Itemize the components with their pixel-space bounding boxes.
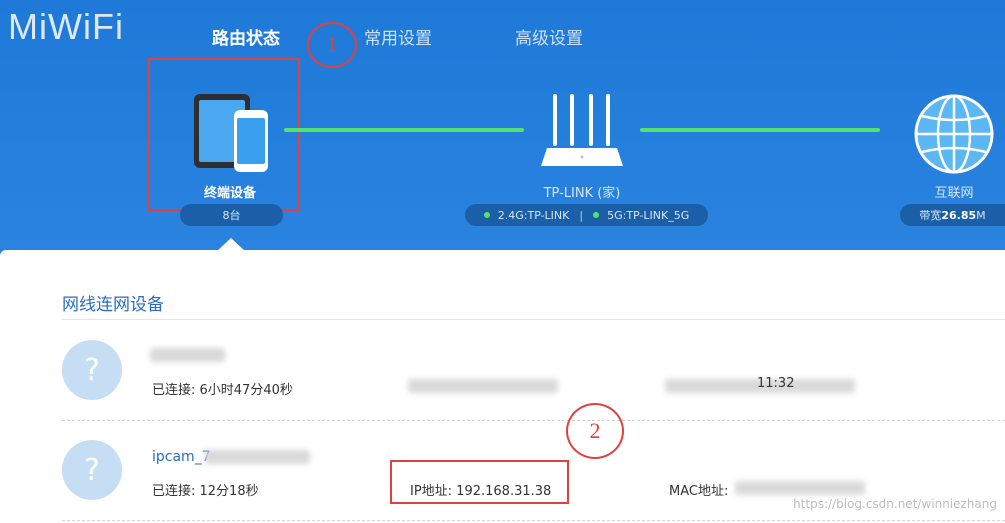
tab-advanced-settings[interactable]: 高级设置 — [515, 24, 583, 49]
bandwidth-prefix: 带宽 — [919, 209, 942, 222]
internet-label: 互联网 — [934, 186, 974, 201]
device-name-redacted — [205, 450, 310, 464]
mac-partial: 11:32 — [757, 376, 795, 391]
tab-router-status[interactable]: 路由状态 — [212, 24, 280, 49]
device-avatar-icon: ? — [62, 340, 122, 400]
router-label: TP-LINK (家) — [543, 186, 621, 201]
globe-icon[interactable] — [912, 92, 996, 176]
band-24-label: 2.4G:TP-LINK — [497, 208, 570, 222]
band-24-status-icon — [483, 212, 490, 218]
mac-redacted — [735, 481, 865, 495]
device-avatar-icon: ? — [62, 440, 122, 500]
bandwidth-value: 26.85 — [941, 208, 977, 222]
mac-address-label: MAC地址: — [669, 484, 729, 499]
annotation-1-box — [148, 58, 300, 211]
router-bands-badge: 2.4G:TP-LINK | 5G:TP-LINK_5G — [465, 204, 708, 226]
band-5-status-icon — [593, 212, 600, 218]
band-separator: | — [579, 208, 584, 222]
bandwidth-badge: 带宽 26.85 M — [900, 204, 1005, 226]
wired-devices-panel: 网线连网设备 ? 已连接: 6小时47分40秒 11:32 ? ipcam_7 … — [0, 250, 1005, 523]
devices-count-badge: 8台 — [180, 204, 283, 226]
ip-redacted — [408, 379, 558, 393]
device-name-link[interactable]: ipcam_7 — [152, 449, 211, 465]
annotation-2-box — [390, 460, 569, 504]
bandwidth-unit: M — [976, 208, 986, 222]
watermark: https://blog.csdn.net/winniezhang — [793, 497, 997, 511]
annotation-1: 1 — [307, 22, 357, 68]
connected-duration: 已连接: 6小时47分40秒 — [152, 383, 293, 398]
device-name-redacted — [150, 348, 225, 362]
connected-duration: 已连接: 12分18秒 — [152, 484, 259, 499]
row-divider — [62, 520, 1005, 521]
router-icon[interactable] — [537, 92, 627, 172]
annotation-2: 2 — [566, 403, 624, 459]
tab-common-settings[interactable]: 常用设置 — [364, 24, 432, 49]
miwifi-logo: MiWiFi — [8, 6, 124, 47]
router-internet-link — [640, 128, 880, 132]
devices-router-link — [284, 128, 524, 132]
band-5-label: 5G:TP-LINK_5G — [607, 208, 690, 222]
row-divider — [62, 420, 1005, 421]
panel-title-divider — [62, 319, 1005, 320]
panel-title: 网线连网设备 — [62, 295, 164, 315]
